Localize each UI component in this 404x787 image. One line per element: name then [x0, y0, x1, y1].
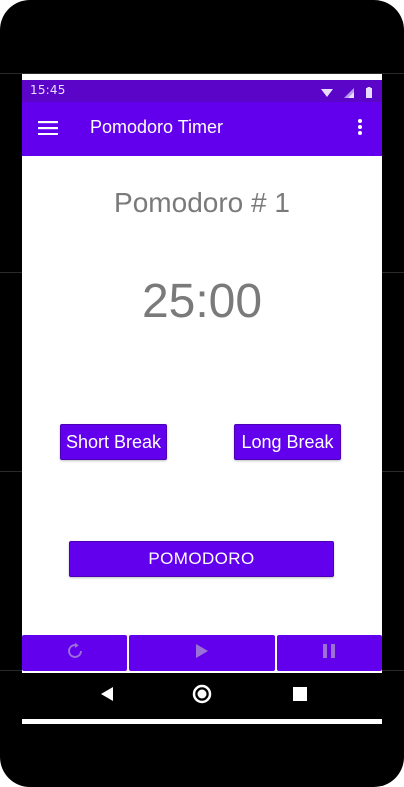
- app-bar: Pomodoro Timer: [22, 102, 382, 156]
- phone-frame: 15:45 Pomodoro Timer Pomodoro # 1 25:00 …: [0, 0, 404, 787]
- pause-icon: [322, 643, 336, 663]
- status-bar: 15:45: [22, 80, 382, 102]
- menu-button[interactable]: [32, 114, 64, 144]
- home-icon: [192, 684, 212, 708]
- more-vertical-icon: [357, 118, 363, 140]
- pause-button[interactable]: [276, 635, 382, 671]
- long-break-button[interactable]: Long Break: [234, 424, 341, 460]
- recent-apps-button[interactable]: [288, 684, 312, 708]
- back-icon: [98, 685, 116, 707]
- back-button[interactable]: [95, 684, 119, 708]
- overflow-menu-button[interactable]: [348, 114, 372, 144]
- app-screen: 15:45 Pomodoro Timer Pomodoro # 1 25:00 …: [22, 74, 382, 724]
- status-icons: [320, 84, 374, 103]
- refresh-icon: [66, 642, 84, 664]
- short-break-button[interactable]: Short Break: [60, 424, 167, 460]
- signal-icon: [342, 84, 356, 103]
- session-label: Pomodoro # 1: [114, 187, 290, 218]
- menu-icon: [38, 120, 58, 139]
- play-button[interactable]: [129, 635, 275, 671]
- navigation-bar: [22, 673, 382, 719]
- timer-display: 25:00: [141, 275, 263, 328]
- timer-controls: [22, 635, 382, 671]
- app-title: Pomodoro Timer: [90, 117, 224, 137]
- pomodoro-button[interactable]: POMODORO: [69, 541, 334, 577]
- recent-apps-icon: [292, 686, 308, 706]
- refresh-button[interactable]: [22, 635, 128, 671]
- battery-icon: [364, 84, 374, 103]
- home-button[interactable]: [190, 684, 214, 708]
- wifi-icon: [320, 84, 334, 103]
- play-icon: [195, 643, 209, 663]
- status-time: 15:45: [30, 83, 66, 97]
